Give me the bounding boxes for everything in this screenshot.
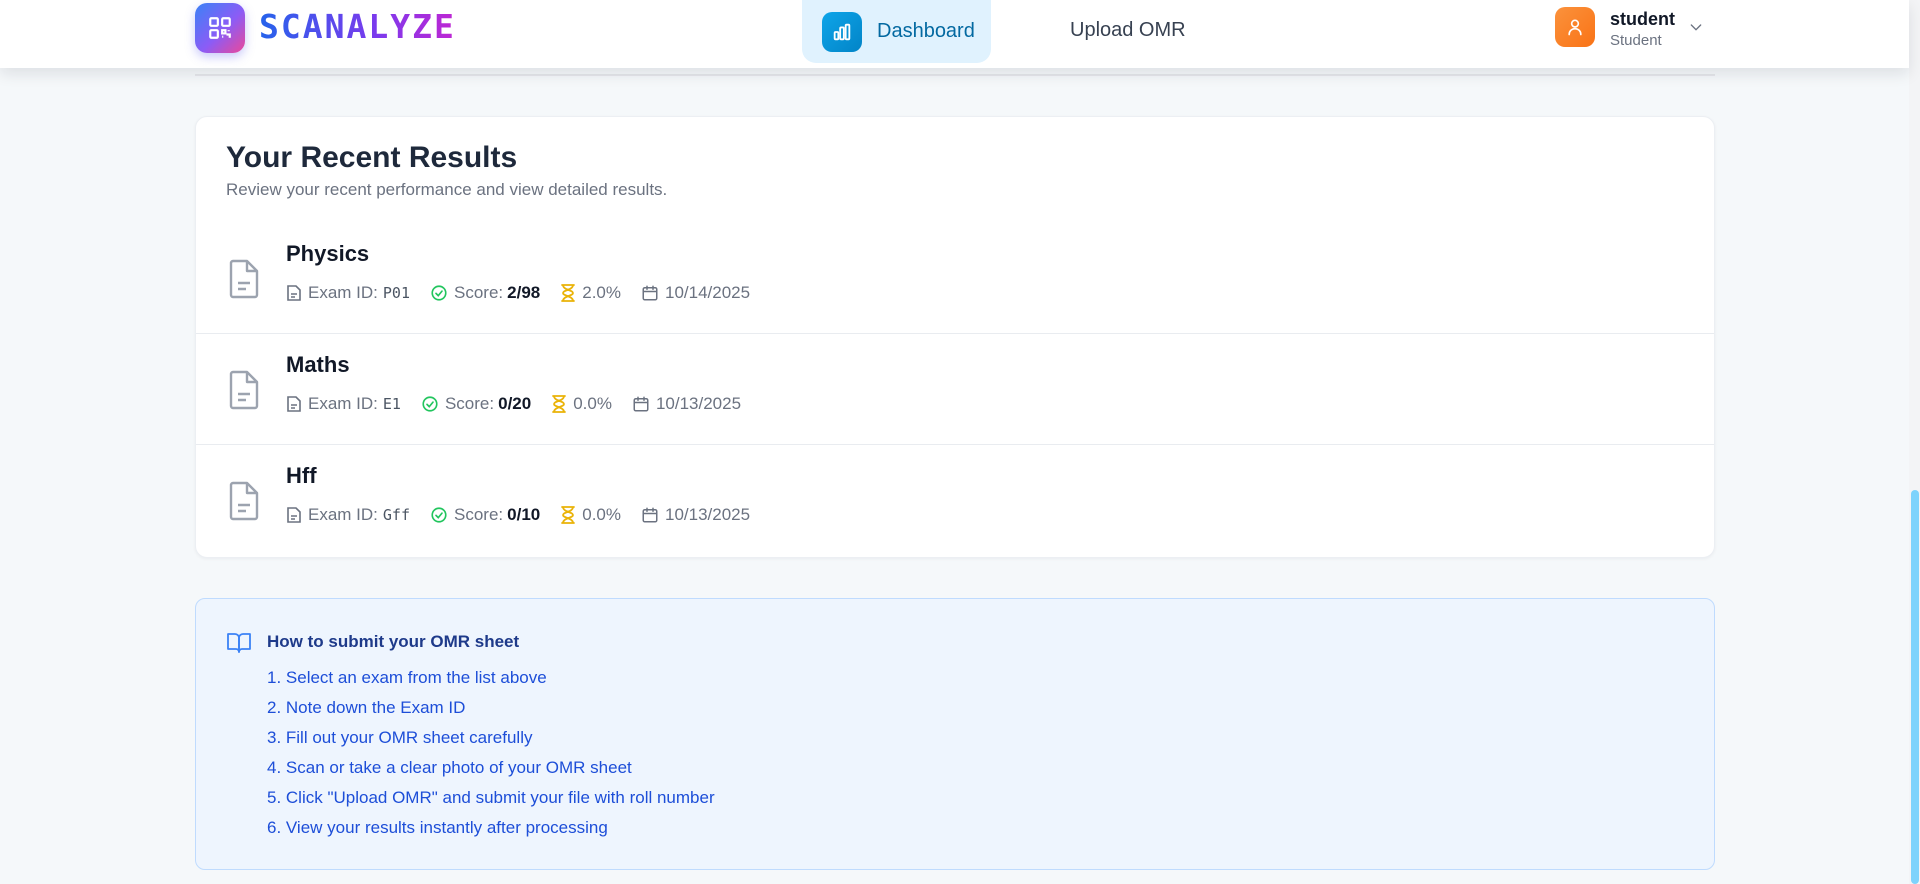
result-meta: Exam ID: Gff Score: 0/10 0.0% 10/13/2025	[286, 503, 770, 527]
document-icon	[229, 370, 259, 410]
score-label: Score:	[454, 505, 504, 524]
exam-id-value: Gff	[382, 506, 410, 524]
date-value: 10/13/2025	[655, 394, 742, 413]
instruction-step: 3. Fill out your OMR sheet carefully	[267, 728, 533, 747]
user-icon	[1568, 19, 1582, 36]
nav-dashboard[interactable]: Dashboard	[802, 0, 991, 63]
result-row[interactable]: Maths Exam ID: E1 Score: 0/20 0.0% 10/13…	[196, 334, 1714, 445]
qr-code-icon	[209, 17, 231, 39]
brand-name[interactable]: SCANALYZE	[259, 7, 456, 47]
instruction-step: 4. Scan or take a clear photo of your OM…	[267, 758, 632, 777]
instruction-step: 1. Select an exam from the list above	[267, 668, 547, 687]
instructions-title: How to submit your OMR sheet	[267, 632, 520, 651]
exam-id-label: Exam ID:	[308, 283, 378, 302]
result-meta: Exam ID: P01 Score: 2/98 2.0% 10/14/2025	[286, 281, 770, 305]
instruction-step: 2. Note down the Exam ID	[267, 698, 466, 717]
score-label: Score:	[444, 394, 495, 413]
check-circle-icon	[431, 507, 447, 523]
score-value: 0/20	[498, 394, 532, 413]
divider	[195, 74, 1715, 76]
percentage-value: 2.0%	[582, 283, 621, 302]
user-role: Student	[1610, 32, 1662, 49]
file-text-icon	[287, 507, 301, 523]
instruction-step: 5. Click "Upload OMR" and submit your fi…	[267, 788, 715, 807]
recent-results-card: Your Recent Results Review your recent p…	[195, 116, 1715, 558]
exam-id-label: Exam ID:	[308, 394, 378, 413]
document-icon	[229, 259, 259, 299]
nav-dashboard-label: Dashboard	[877, 20, 975, 42]
exam-id-label: Exam ID:	[308, 505, 378, 524]
score-value: 2/98	[507, 283, 541, 302]
nav-upload-omr[interactable]: Upload OMR	[1070, 16, 1186, 44]
score-label: Score:	[454, 283, 504, 302]
hourglass-icon	[552, 395, 567, 413]
omr-instructions-card: How to submit your OMR sheet 1. Select a…	[195, 598, 1715, 870]
exam-id-value: E1	[382, 395, 401, 413]
calendar-icon	[642, 285, 658, 301]
book-open-icon	[227, 633, 251, 653]
calendar-icon	[642, 507, 658, 523]
result-row[interactable]: Hff Exam ID: Gff Score: 0/10 0.0% 10/13/…	[196, 445, 1714, 556]
results-subtitle: Review your recent performance and view …	[226, 180, 668, 199]
percentage-value: 0.0%	[573, 394, 612, 413]
bar-chart-icon	[822, 11, 862, 52]
score-value: 0/10	[507, 505, 541, 524]
hourglass-icon	[561, 506, 576, 524]
app-logo[interactable]	[195, 3, 245, 53]
user-name[interactable]: student	[1610, 8, 1675, 30]
instructions-steps: 1. Select an exam from the list above 2.…	[267, 667, 715, 847]
user-avatar[interactable]	[1555, 7, 1595, 47]
page: SCANALYZE Dashboard Upload OMR student S…	[0, 0, 1920, 884]
document-icon	[229, 481, 259, 521]
result-meta: Exam ID: E1 Score: 0/20 0.0% 10/13/2025	[286, 392, 761, 416]
results-title: Your Recent Results	[226, 141, 518, 174]
instruction-step: 6. View your results instantly after pro…	[267, 818, 608, 837]
date-value: 10/13/2025	[664, 505, 751, 524]
top-header: SCANALYZE Dashboard Upload OMR student S…	[0, 0, 1909, 68]
date-value: 10/14/2025	[664, 283, 751, 302]
result-exam-name: Hff	[286, 463, 317, 488]
calendar-icon	[633, 396, 649, 412]
result-exam-name: Physics	[286, 241, 370, 266]
result-row[interactable]: Physics Exam ID: P01 Score: 2/98 2.0% 10…	[196, 223, 1714, 334]
result-exam-name: Maths	[286, 352, 350, 377]
hourglass-icon	[561, 284, 576, 302]
file-text-icon	[287, 285, 301, 301]
chevron-down-icon[interactable]	[1688, 19, 1704, 35]
scrollbar-thumb[interactable]	[1911, 490, 1919, 884]
percentage-value: 0.0%	[582, 505, 621, 524]
file-text-icon	[287, 396, 301, 412]
check-circle-icon	[431, 285, 447, 301]
exam-id-value: P01	[382, 284, 410, 302]
check-circle-icon	[422, 396, 438, 412]
